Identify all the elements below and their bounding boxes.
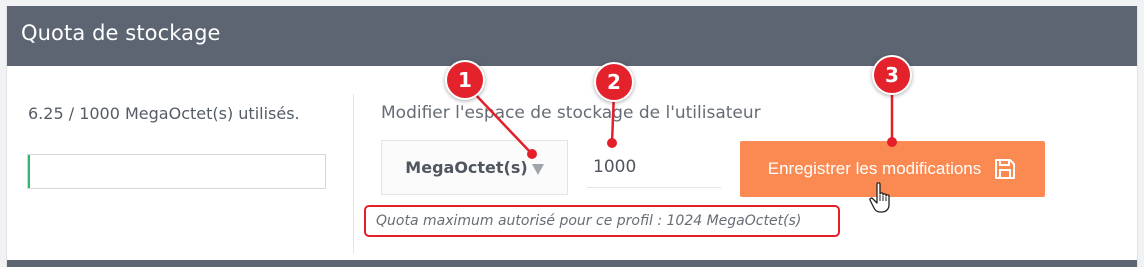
annotation-badge-1: 1 (445, 60, 485, 100)
annotation-badge-3: 3 (872, 55, 912, 95)
unit-select-value: MegaOctet(s) (405, 158, 528, 177)
panel-header: Quota de stockage (7, 6, 1137, 66)
usage-summary: 6.25 / 1000 MegaOctet(s) utilisés. (28, 104, 300, 123)
annotation-badge-2: 2 (594, 62, 634, 102)
usage-progress-bar (27, 154, 326, 189)
floppy-disk-icon (993, 157, 1017, 181)
caret-down-icon (531, 163, 544, 175)
max-quota-hint: Quota maximum autorisé pour ce profil : … (364, 205, 840, 237)
panel-footer-bar (7, 260, 1137, 267)
hand-pointer-icon (869, 182, 890, 213)
column-divider (353, 94, 354, 254)
panel-title: Quota de stockage (21, 21, 221, 45)
usage-progress-fill (28, 155, 30, 188)
modify-storage-label: Modifier l'espace de stockage de l'utili… (381, 103, 761, 123)
quota-input[interactable] (587, 146, 721, 188)
unit-select[interactable]: MegaOctet(s) (381, 140, 568, 195)
save-button-label: Enregistrer les modifications (767, 159, 982, 178)
